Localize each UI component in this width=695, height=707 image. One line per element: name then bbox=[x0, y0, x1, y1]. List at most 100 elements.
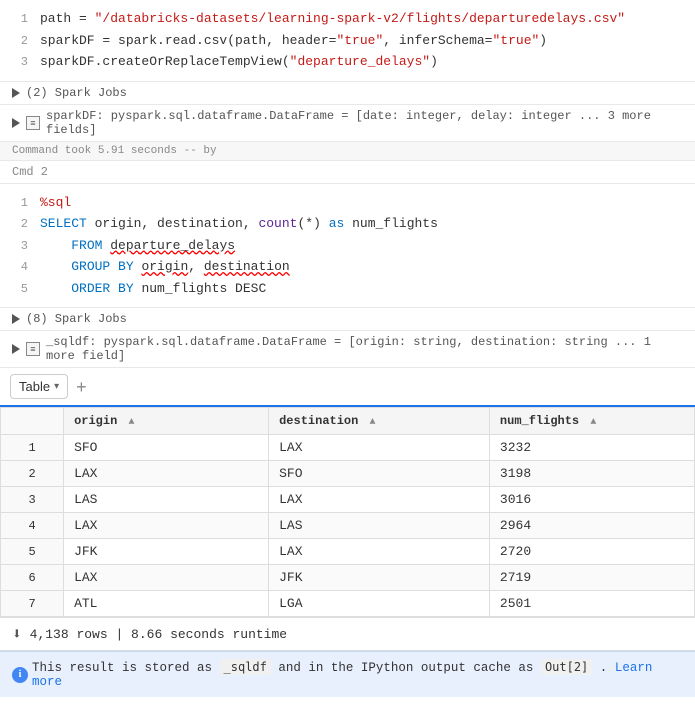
code-line-2: 2 sparkDF = spark.read.csv(path, header=… bbox=[0, 30, 695, 52]
cell-origin: LAX bbox=[64, 461, 269, 487]
code-line-sql-2: 2 SELECT origin, destination, count(*) a… bbox=[0, 213, 695, 235]
cell-rownum: 1 bbox=[1, 435, 64, 461]
cell-rownum: 6 bbox=[1, 565, 64, 591]
sort-icon-num-flights: ▲ bbox=[590, 417, 596, 428]
cell-rownum: 2 bbox=[1, 461, 64, 487]
cmd-2-label: Cmd 2 bbox=[0, 161, 695, 184]
spark-jobs-row-1[interactable]: (2) Spark Jobs bbox=[0, 82, 695, 105]
line-content-1: path = "/databricks-datasets/learning-sp… bbox=[40, 9, 695, 29]
info-middle: and in the IPython output cache as bbox=[271, 661, 541, 675]
download-row: ⬇ 4,138 rows | 8.66 seconds runtime bbox=[0, 617, 695, 651]
expand-icon-schema-2 bbox=[12, 344, 20, 354]
code-cell-1: 1 path = "/databricks-datasets/learning-… bbox=[0, 0, 695, 82]
line-content-sql-5: ORDER BY num_flights DESC bbox=[40, 279, 695, 299]
table-view-button[interactable]: Table ▾ bbox=[10, 374, 68, 399]
table-row: 7 ATL LGA 2501 bbox=[1, 591, 695, 617]
sort-icon-destination: ▲ bbox=[370, 417, 376, 428]
cmd-took-text: Command took 5.91 seconds -- by bbox=[12, 145, 217, 157]
cell-origin: ATL bbox=[64, 591, 269, 617]
table-container: origin ▲ destination ▲ num_flights ▲ 1 S… bbox=[0, 407, 695, 617]
cell-num-flights: 2964 bbox=[489, 513, 694, 539]
code-cell-2: 1 %sql 2 SELECT origin, destination, cou… bbox=[0, 184, 695, 309]
schema-row-1[interactable]: ≡ sparkDF: pyspark.sql.dataframe.DataFra… bbox=[0, 105, 695, 142]
footer-stats: 4,138 rows | 8.66 seconds runtime bbox=[30, 627, 287, 642]
info-suffix: . bbox=[592, 661, 615, 675]
expand-icon-1 bbox=[12, 88, 20, 98]
add-view-button[interactable]: + bbox=[72, 378, 91, 396]
info-prefix: This result is stored as bbox=[32, 661, 220, 675]
cell-num-flights: 3198 bbox=[489, 461, 694, 487]
download-icon[interactable]: ⬇ bbox=[12, 624, 22, 644]
line-content-sql-4: GROUP BY origin, destination bbox=[40, 257, 695, 277]
code-line-sql-4: 4 GROUP BY origin, destination bbox=[0, 256, 695, 278]
schema-label-1: sparkDF: pyspark.sql.dataframe.DataFrame… bbox=[46, 109, 683, 137]
line-num-sql-4: 4 bbox=[0, 258, 40, 276]
spark-jobs-label-1: (2) Spark Jobs bbox=[26, 86, 127, 100]
header-rownum bbox=[1, 408, 64, 435]
cell-origin: SFO bbox=[64, 435, 269, 461]
cell-destination: LAX bbox=[269, 487, 490, 513]
code-line-3: 3 sparkDF.createOrReplaceTempView("depar… bbox=[0, 51, 695, 73]
cell-origin: LAX bbox=[64, 565, 269, 591]
line-content-sql-2: SELECT origin, destination, count(*) as … bbox=[40, 214, 695, 234]
line-num-1: 1 bbox=[0, 10, 40, 28]
cell-destination: JFK bbox=[269, 565, 490, 591]
info-var-out2: Out[2] bbox=[541, 659, 592, 675]
info-var-sqldf: _sqldf bbox=[220, 659, 271, 675]
cell-rownum: 5 bbox=[1, 539, 64, 565]
table-row: 6 LAX JFK 2719 bbox=[1, 565, 695, 591]
schema-label-2: _sqldf: pyspark.sql.dataframe.DataFrame … bbox=[46, 335, 683, 363]
cell-num-flights: 2719 bbox=[489, 565, 694, 591]
code-lines-1: 1 path = "/databricks-datasets/learning-… bbox=[0, 0, 695, 81]
table-row: 3 LAS LAX 3016 bbox=[1, 487, 695, 513]
header-destination[interactable]: destination ▲ bbox=[269, 408, 490, 435]
cell-rownum: 3 bbox=[1, 487, 64, 513]
cmd-label-text: Cmd 2 bbox=[12, 165, 48, 179]
cmd-took-row: Command took 5.91 seconds -- by bbox=[0, 142, 695, 161]
cell-rownum: 4 bbox=[1, 513, 64, 539]
line-content-2: sparkDF = spark.read.csv(path, header="t… bbox=[40, 31, 695, 51]
line-num-3: 3 bbox=[0, 53, 40, 71]
sort-icon-origin: ▲ bbox=[129, 417, 135, 428]
table-body: 1 SFO LAX 3232 2 LAX SFO 3198 3 LAS LAX … bbox=[1, 435, 695, 617]
table-row: 4 LAX LAS 2964 bbox=[1, 513, 695, 539]
code-lines-2: 1 %sql 2 SELECT origin, destination, cou… bbox=[0, 184, 695, 308]
spark-jobs-label-2: (8) Spark Jobs bbox=[26, 312, 127, 326]
dataframe-icon-2: ≡ bbox=[26, 342, 40, 356]
cell-destination: LAS bbox=[269, 513, 490, 539]
info-icon: i bbox=[12, 667, 28, 683]
table-row: 5 JFK LAX 2720 bbox=[1, 539, 695, 565]
cell-rownum: 7 bbox=[1, 591, 64, 617]
cell-destination: LAX bbox=[269, 539, 490, 565]
cell-destination: LAX bbox=[269, 435, 490, 461]
table-header: origin ▲ destination ▲ num_flights ▲ bbox=[1, 408, 695, 435]
line-num-sql-5: 5 bbox=[0, 280, 40, 298]
data-table: origin ▲ destination ▲ num_flights ▲ 1 S… bbox=[0, 407, 695, 617]
expand-icon-2 bbox=[12, 314, 20, 324]
cell-destination: LGA bbox=[269, 591, 490, 617]
line-num-2: 2 bbox=[0, 32, 40, 50]
table-row: 2 LAX SFO 3198 bbox=[1, 461, 695, 487]
header-num-flights[interactable]: num_flights ▲ bbox=[489, 408, 694, 435]
line-num-sql-1: 1 bbox=[0, 194, 40, 212]
table-toolbar: Table ▾ + bbox=[0, 368, 695, 407]
code-line-1: 1 path = "/databricks-datasets/learning-… bbox=[0, 8, 695, 30]
add-view-label: + bbox=[76, 377, 87, 397]
table-row: 1 SFO LAX 3232 bbox=[1, 435, 695, 461]
cell-num-flights: 2501 bbox=[489, 591, 694, 617]
cell-num-flights: 2720 bbox=[489, 539, 694, 565]
schema-row-2[interactable]: ≡ _sqldf: pyspark.sql.dataframe.DataFram… bbox=[0, 331, 695, 368]
code-line-sql-3: 3 FROM departure_delays bbox=[0, 235, 695, 257]
line-num-sql-3: 3 bbox=[0, 237, 40, 255]
expand-icon-schema-1 bbox=[12, 118, 20, 128]
code-line-sql-1: 1 %sql bbox=[0, 192, 695, 214]
dataframe-icon-1: ≡ bbox=[26, 116, 40, 130]
table-view-label: Table bbox=[19, 379, 50, 394]
line-num-sql-2: 2 bbox=[0, 215, 40, 233]
header-origin[interactable]: origin ▲ bbox=[64, 408, 269, 435]
code-line-sql-5: 5 ORDER BY num_flights DESC bbox=[0, 278, 695, 300]
spark-jobs-row-2[interactable]: (8) Spark Jobs bbox=[0, 308, 695, 331]
cell-num-flights: 3232 bbox=[489, 435, 694, 461]
info-bar: i This result is stored as _sqldf and in… bbox=[0, 651, 695, 697]
line-content-3: sparkDF.createOrReplaceTempView("departu… bbox=[40, 52, 695, 72]
